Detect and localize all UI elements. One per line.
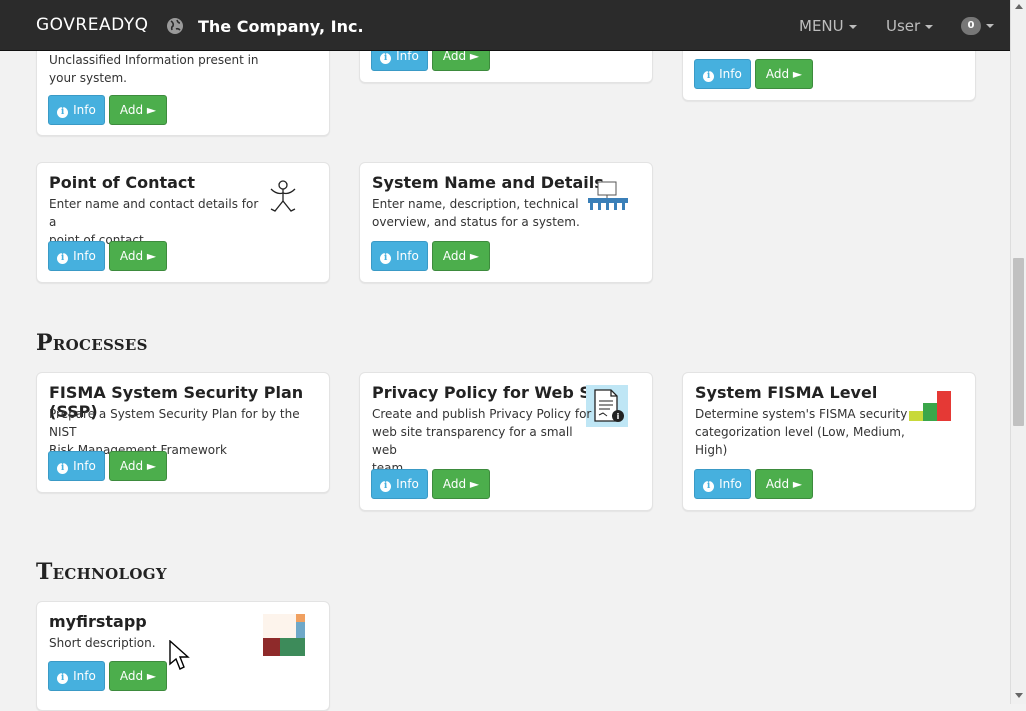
info-circle-icon: i [57,107,69,118]
svg-text:i: i [617,412,620,421]
info-button[interactable]: i Info [371,241,428,271]
notification-badge[interactable]: 0 [961,17,981,35]
globe-icon [167,18,183,34]
user-label: User [886,17,921,35]
scroll-up-arrow-icon[interactable] [1015,4,1023,9]
app-card-fisma-ssp: FISMA System Security Plan (SSP) Prepare… [36,372,330,493]
info-button[interactable]: i Info [48,95,105,125]
app-card-point-of-contact: Point of Contact Enter name and contact … [36,162,330,283]
add-button[interactable]: Add ► [755,59,813,89]
info-circle-icon: i [703,71,715,82]
app-card-system-name: System Name and Details Enter name, desc… [359,162,653,283]
presentation-icon [588,181,628,210]
page-scrollbar[interactable] [1010,0,1026,704]
card-title[interactable]: System Name and Details [372,173,604,192]
info-button[interactable]: i Info [48,451,105,481]
info-button[interactable]: i Info [48,241,105,271]
app-tile-icon [263,614,305,656]
chevron-down-icon [925,24,934,29]
info-circle-icon: i [57,673,69,684]
add-button[interactable]: Add ► [109,95,167,125]
level-bars-icon [909,391,951,421]
chevron-down-icon[interactable] [986,24,994,28]
info-circle-icon: i [380,53,392,64]
card-description: Enter name, description, technical overv… [372,197,580,229]
info-circle-icon: i [57,463,69,474]
info-circle-icon: i [703,481,715,492]
document-icon: i [586,385,628,427]
info-button[interactable]: i Info [694,59,751,89]
info-circle-icon: i [380,481,392,492]
brand-logo[interactable]: GOVREADYQ [36,15,149,35]
add-button[interactable]: Add ► [432,241,490,271]
info-button[interactable]: i Info [694,469,751,499]
info-button[interactable]: i Info [371,469,428,499]
card-description: Determine system's FISMA security catego… [695,407,908,457]
stick-figure-icon [270,180,296,212]
add-button[interactable]: Add ► [755,469,813,499]
card-title[interactable]: Privacy Policy for Web Site [372,383,615,402]
scrollbar-thumb[interactable] [1013,258,1024,426]
add-button[interactable]: Add ► [109,661,167,691]
add-button[interactable]: Add ► [109,451,167,481]
card-title[interactable]: Point of Contact [49,173,195,192]
section-title-technology: Technology [36,559,167,585]
add-button[interactable]: Add ► [109,241,167,271]
section-title-processes: Processes [36,330,148,356]
chevron-down-icon [848,24,857,29]
organization-name[interactable]: The Company, Inc. [198,17,364,36]
app-card-privacy-policy: Privacy Policy for Web Site i Create and… [359,372,653,511]
card-title[interactable]: System FISMA Level [695,383,877,402]
info-button[interactable]: i Info [48,661,105,691]
menu-dropdown[interactable]: MENU [799,17,857,35]
card-description: Unclassified Information present in your… [49,53,259,85]
card-description: Create and publish Privacy Policy for we… [372,407,592,475]
add-button[interactable]: Add ► [432,469,490,499]
card-title[interactable]: myfirstapp [49,612,147,631]
user-dropdown[interactable]: User [886,17,934,35]
menu-label: MENU [799,17,844,35]
mouse-cursor-icon [169,640,190,670]
card-description: Short description. [49,636,156,650]
navbar: GOVREADYQ The Company, Inc. MENU User 0 [0,0,1010,51]
scroll-down-arrow-icon[interactable] [1015,693,1023,698]
app-card-fisma-level: System FISMA Level Determine system's FI… [682,372,976,511]
info-circle-icon: i [57,253,69,264]
info-circle-icon: i [380,253,392,264]
